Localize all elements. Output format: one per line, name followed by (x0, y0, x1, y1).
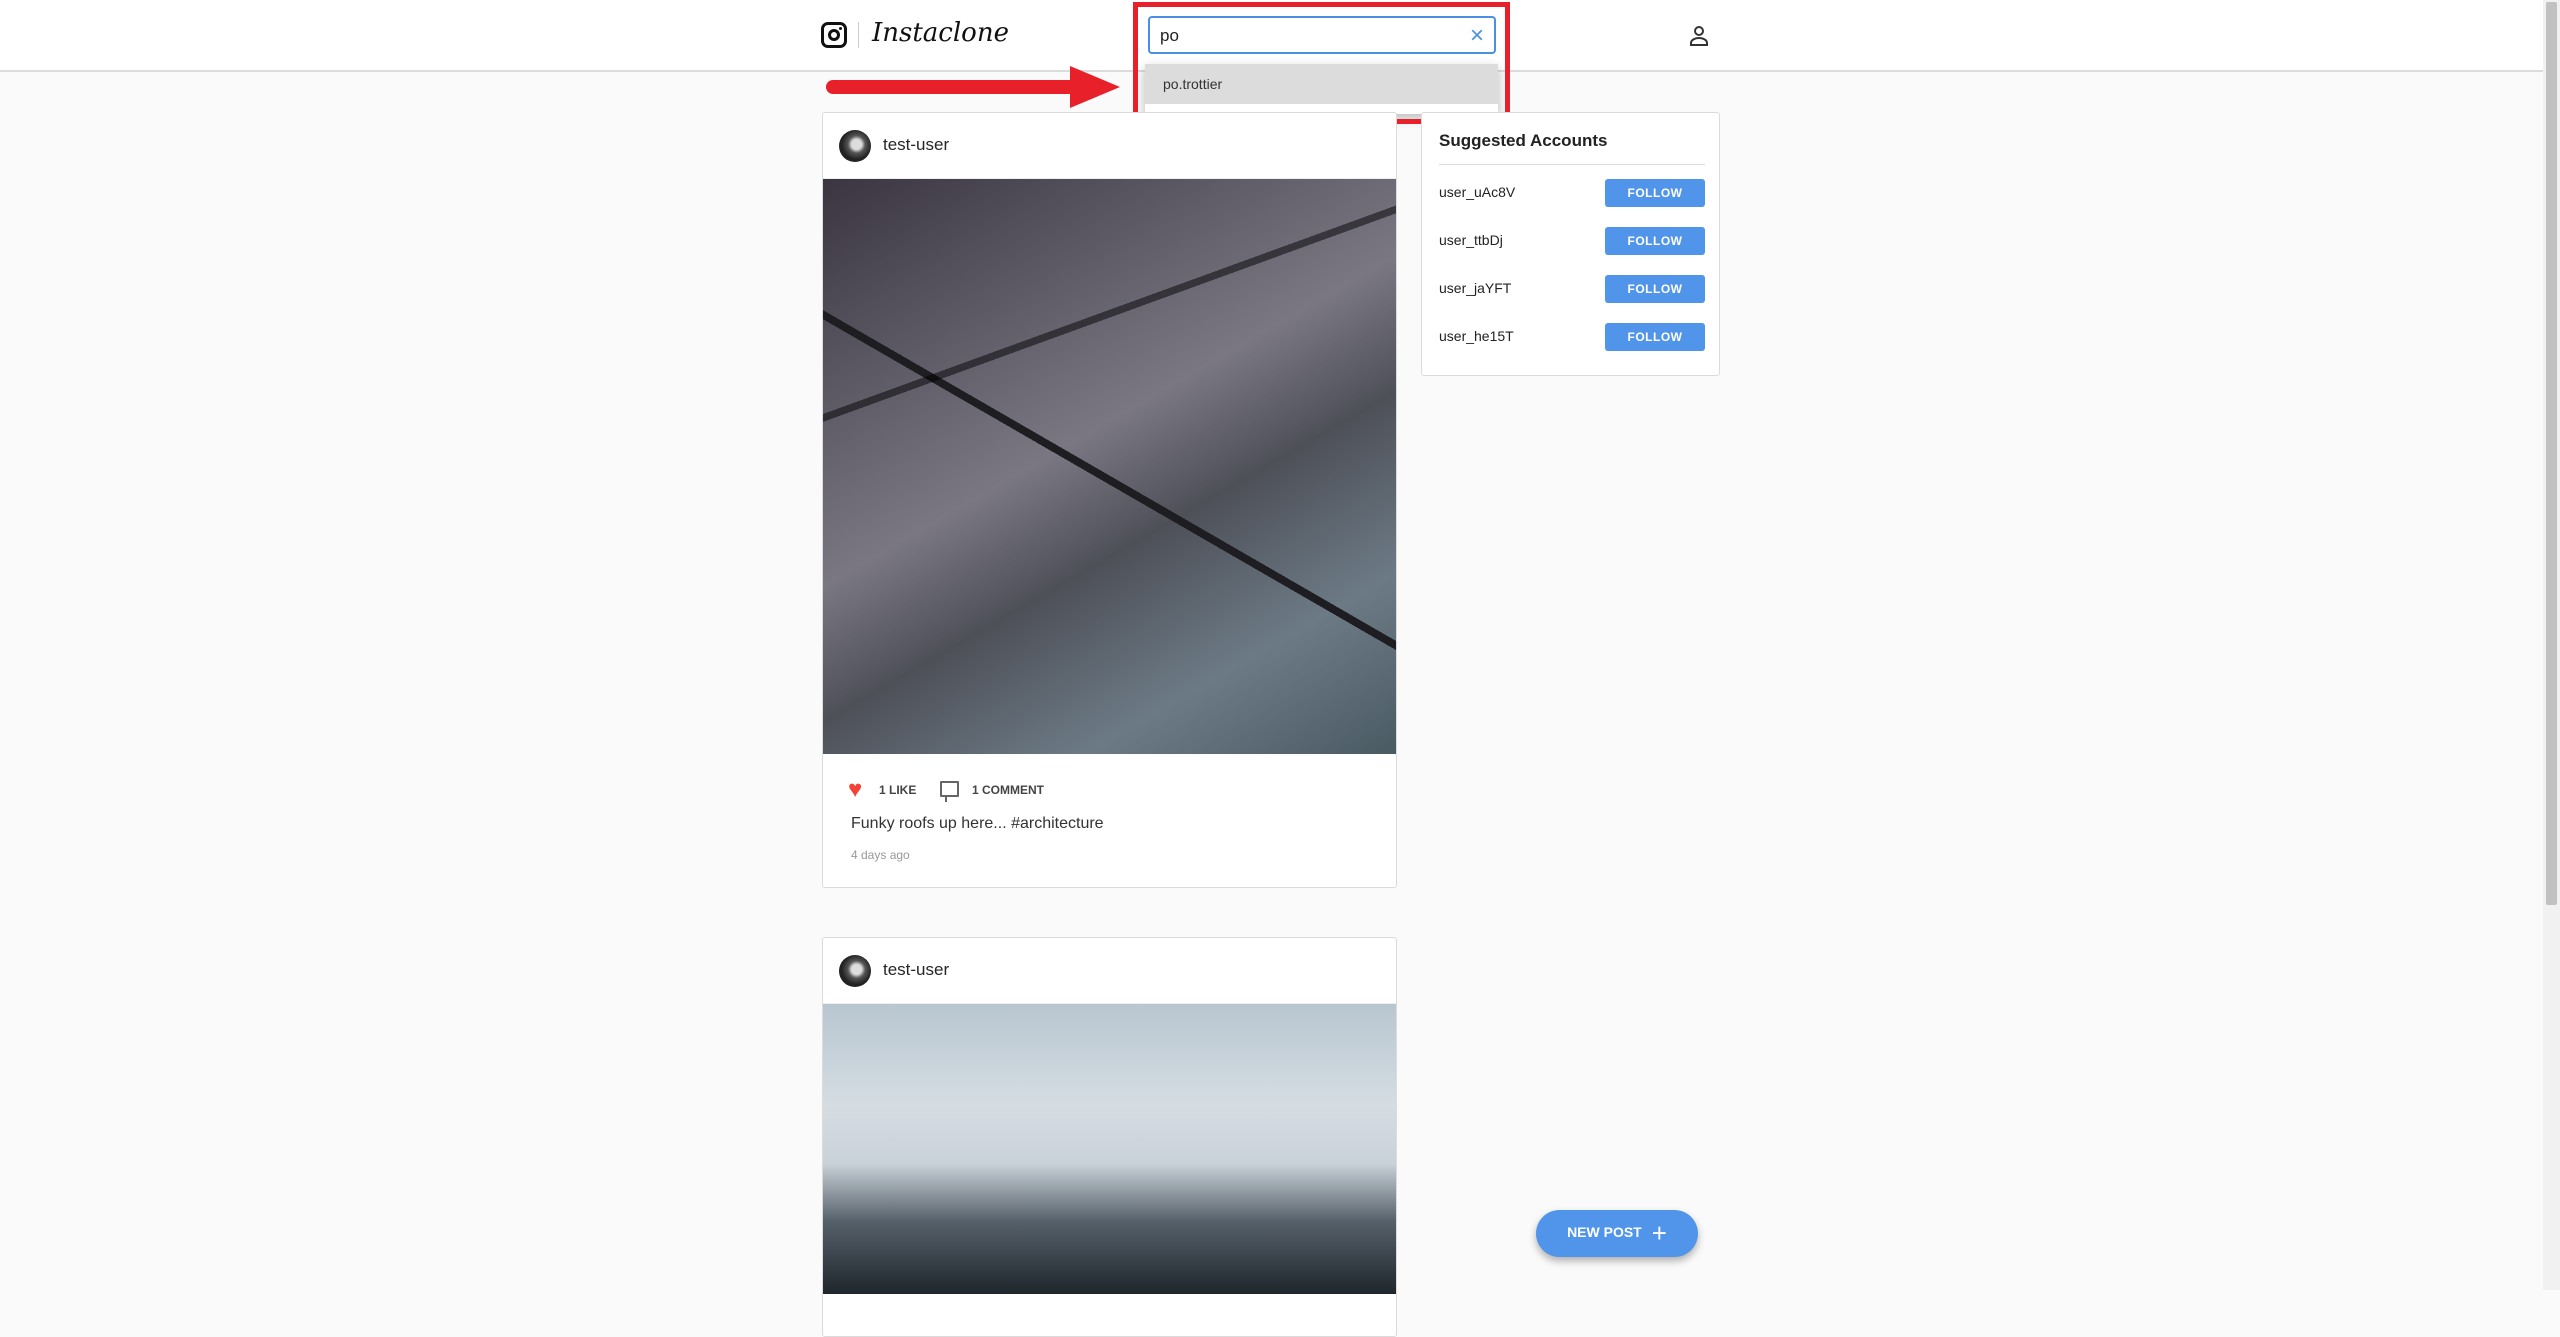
account-name[interactable]: user_jaYFT (1439, 280, 1511, 296)
post-header: test-user (823, 113, 1396, 179)
post-username[interactable]: test-user (883, 135, 949, 155)
annotation-arrow-head (1070, 66, 1120, 108)
page-scrollbar[interactable] (2543, 0, 2560, 1290)
account-name[interactable]: user_uAc8V (1439, 184, 1515, 200)
follow-button[interactable]: FOLLOW (1605, 275, 1705, 303)
comment-icon[interactable] (940, 781, 959, 802)
top-nav: Instaclone × (0, 0, 2543, 72)
post-header: test-user (823, 938, 1396, 1004)
search-result-item[interactable]: po.trottier (1145, 64, 1498, 104)
search-input[interactable] (1160, 26, 1450, 46)
search-results-dropdown: po.trottier (1145, 64, 1498, 114)
comment-count[interactable]: 1 COMMENT (972, 783, 1044, 797)
post-caption: Funky roofs up here... #architecture (851, 815, 1104, 832)
suggested-account-row: user_uAc8V FOLLOW (1439, 179, 1705, 207)
post-image[interactable] (823, 1004, 1396, 1294)
post-username[interactable]: test-user (883, 960, 949, 980)
post-timestamp: 4 days ago (851, 848, 910, 862)
heart-icon[interactable]: ♥ (848, 776, 862, 804)
search-box[interactable]: × (1148, 16, 1496, 54)
clear-search-icon[interactable]: × (1470, 22, 1484, 50)
account-name[interactable]: user_he15T (1439, 328, 1514, 344)
post-card: test-user ♥ 1 LIKE 1 COMMENT Funky roofs… (822, 112, 1397, 888)
suggested-accounts-panel: Suggested Accounts user_uAc8V FOLLOW user… (1421, 112, 1720, 376)
post-card: test-user (822, 937, 1397, 1337)
instagram-logo-icon[interactable] (821, 22, 847, 48)
account-name[interactable]: user_ttbDj (1439, 232, 1503, 248)
suggested-account-row: user_he15T FOLLOW (1439, 323, 1705, 351)
new-post-button[interactable]: NEW POST + (1536, 1210, 1698, 1257)
avatar[interactable] (839, 955, 871, 987)
logo-divider (858, 22, 859, 48)
follow-button[interactable]: FOLLOW (1605, 179, 1705, 207)
suggested-title: Suggested Accounts (1439, 131, 1608, 150)
suggested-account-row: user_jaYFT FOLLOW (1439, 275, 1705, 303)
post-actions: ♥ 1 LIKE 1 COMMENT (823, 776, 1396, 816)
scrollbar-thumb[interactable] (2546, 2, 2557, 905)
suggested-account-row: user_ttbDj FOLLOW (1439, 227, 1705, 255)
follow-button[interactable]: FOLLOW (1605, 227, 1705, 255)
divider (1439, 164, 1705, 165)
plus-icon: + (1651, 1218, 1667, 1248)
profile-icon[interactable] (1689, 25, 1709, 47)
post-image[interactable] (823, 179, 1396, 754)
follow-button[interactable]: FOLLOW (1605, 323, 1705, 351)
annotation-arrow (826, 80, 1086, 94)
like-count: 1 LIKE (879, 783, 917, 797)
avatar[interactable] (839, 130, 871, 162)
new-post-label: NEW POST (1567, 1224, 1642, 1241)
app-logo-text[interactable]: Instaclone (872, 18, 1009, 48)
